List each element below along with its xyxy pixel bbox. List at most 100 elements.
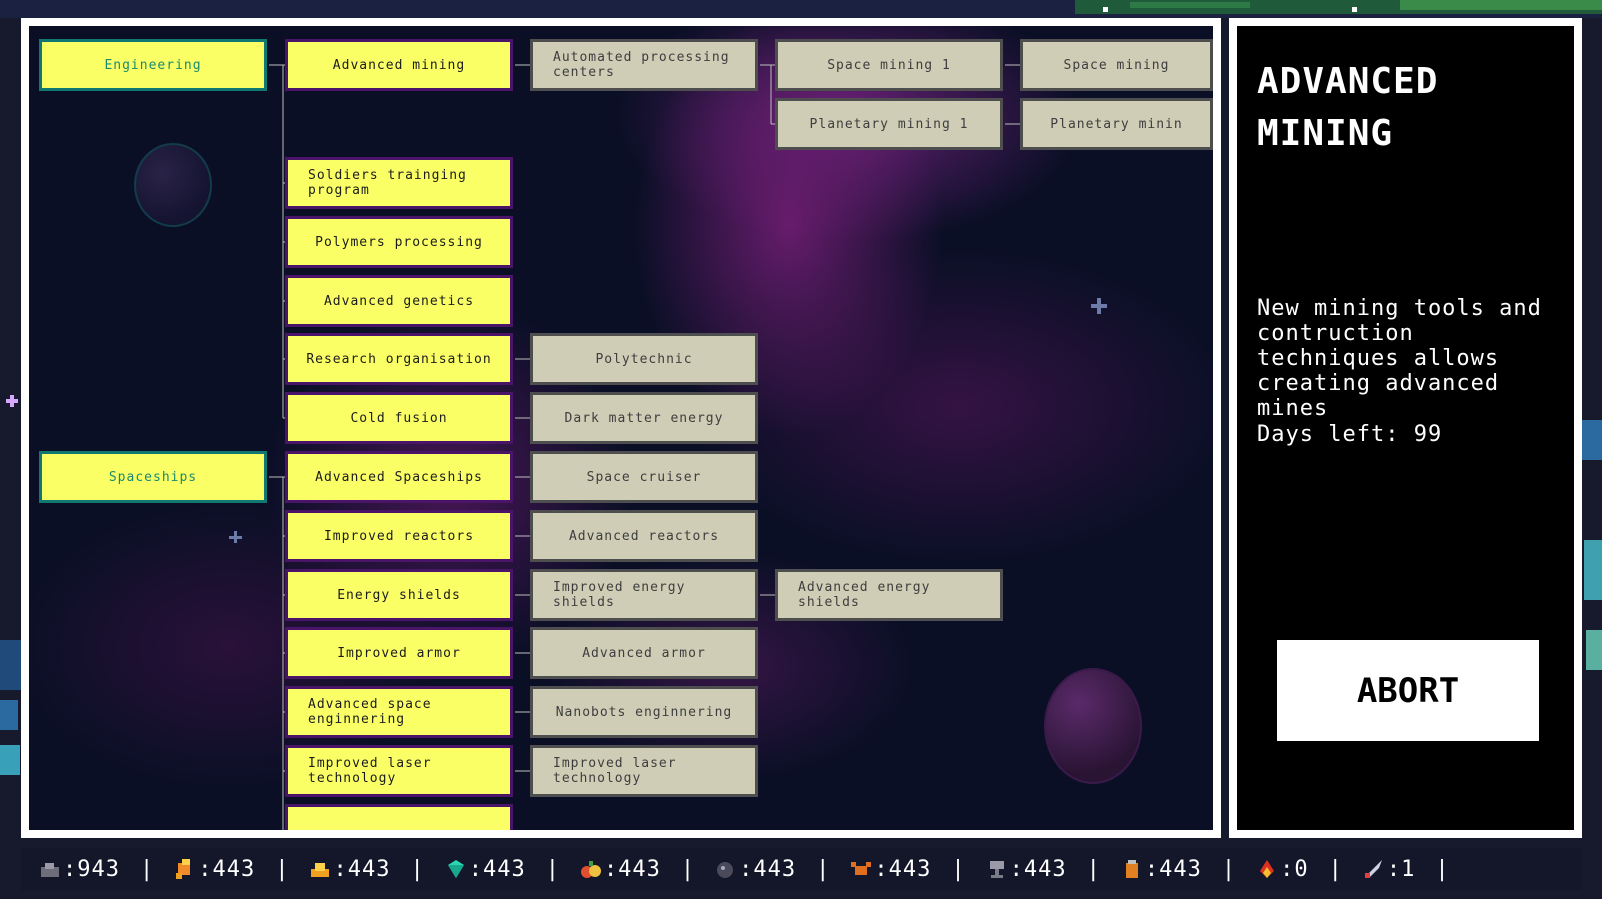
node-label: Improved laser technology (308, 756, 432, 786)
node-label: Cold fusion (350, 410, 448, 426)
resource-rocket: :1 (1363, 848, 1416, 890)
energy-icon (174, 859, 196, 879)
node-label: Improved laser technology (553, 756, 677, 786)
resource-value: :443 (603, 856, 661, 882)
ore-icon (39, 859, 61, 879)
tech-node-soldiers-training-program[interactable]: Soldiers trainging program (285, 157, 513, 209)
resource-value: :443 (468, 856, 526, 882)
tech-node-advanced-space-enginnering[interactable]: Advanced space enginnering (285, 686, 513, 738)
tech-node-improved-armor[interactable]: Improved armor (285, 627, 513, 679)
resource-value: :1 (1386, 856, 1416, 882)
tech-node-advanced-armor[interactable]: Advanced armor (530, 627, 758, 679)
node-label: Dark matter energy (564, 410, 724, 426)
node-label: Space mining 1 (827, 57, 951, 73)
node-label: Advanced Spaceships (315, 469, 483, 485)
info-panel-frame: ADVANCED MINING New mining tools and con… (1229, 18, 1582, 838)
tech-node-planetary-mining-1[interactable]: Planetary mining 1 (775, 98, 1003, 150)
tech-node-improved-reactors[interactable]: Improved reactors (285, 510, 513, 562)
node-label: Improved reactors (323, 528, 475, 544)
abort-button[interactable]: ABORT (1277, 640, 1539, 741)
tech-node-advanced-reactors[interactable]: Advanced reactors (530, 510, 758, 562)
node-label: Space cruiser (586, 469, 702, 485)
node-label: Energy shields (337, 587, 461, 603)
node-label: Research organisation (306, 351, 492, 367)
research-description: New mining tools and contruction techniq… (1257, 296, 1542, 421)
node-label: Advanced armor (582, 645, 706, 661)
tech-node-advanced-spaceships[interactable]: Advanced Spaceships (285, 451, 513, 503)
node-label: Spaceships (108, 469, 198, 485)
days-left-label: Days left: (1257, 422, 1400, 447)
food-icon (580, 859, 602, 879)
resource-gold: :443 (309, 848, 390, 890)
resource-bomb: :443 (715, 848, 796, 890)
node-label: Polymers processing (315, 234, 483, 250)
resource-separator: | (1086, 856, 1101, 882)
resource-separator: | (680, 856, 696, 882)
resource-value: :443 (1009, 856, 1067, 882)
tech-tree-view[interactable]: Engineering Advanced mining Automated pr… (29, 26, 1213, 830)
tech-node-space-cruiser[interactable]: Space cruiser (530, 451, 758, 503)
research-title: ADVANCED MINING (1257, 61, 1439, 154)
days-left-value: 99 (1413, 422, 1443, 447)
tech-node-energy-shields[interactable]: Energy shields (285, 569, 513, 621)
resource-value: :0 (1280, 856, 1309, 882)
tech-node-improved-laser-technology[interactable]: Improved laser technology (285, 745, 513, 797)
resource-food: :443 (580, 848, 661, 890)
jar-icon (1121, 859, 1143, 879)
days-left-row: Days left: 99 (1257, 422, 1442, 447)
fire-icon (1256, 859, 1278, 879)
info-panel: ADVANCED MINING New mining tools and con… (1237, 26, 1574, 830)
resource-jar: :443 (1121, 848, 1202, 890)
category-spaceships[interactable]: Spaceships (39, 451, 267, 503)
tech-node-improved-laser-technology-2[interactable]: Improved laser technology (530, 745, 758, 797)
gem-icon (445, 859, 467, 879)
resource-value: :443 (739, 856, 797, 882)
node-label: Advanced energy shields (798, 580, 931, 610)
resource-chalice: :443 (986, 848, 1067, 890)
node-label: Planetary minin (1050, 116, 1183, 132)
resource-gem: :443 (445, 848, 526, 890)
tech-node-polymers-processing[interactable]: Polymers processing (285, 216, 513, 268)
resource-separator: | (410, 856, 425, 882)
crab-icon (850, 859, 872, 879)
tech-node-improved-energy-shields[interactable]: Improved energy shields (530, 569, 758, 621)
node-label: Engineering (104, 57, 202, 73)
resource-separator: | (816, 856, 831, 882)
tech-node-advanced-energy-shields[interactable]: Advanced energy shields (775, 569, 1003, 621)
resource-value: :443 (333, 856, 391, 882)
node-label: Improved energy shields (553, 580, 686, 610)
tech-node-nanobots-enginnering[interactable]: Nanobots enginnering (530, 686, 758, 738)
tech-node-space-mining-2[interactable]: Space mining (1020, 39, 1213, 91)
node-label: Advanced genetics (323, 293, 475, 309)
tech-node-partial[interactable] (285, 804, 513, 830)
resource-crab: :443 (850, 848, 931, 890)
rocket-icon (1363, 859, 1385, 879)
resource-value: :943 (63, 856, 120, 882)
resource-separator: | (275, 856, 290, 882)
tech-node-dark-matter-energy[interactable]: Dark matter energy (530, 392, 758, 444)
resource-separator: | (1328, 856, 1343, 882)
tech-node-planetary-mining-2[interactable]: Planetary minin (1020, 98, 1213, 150)
tech-node-cold-fusion[interactable]: Cold fusion (285, 392, 513, 444)
node-label: Improved armor (337, 645, 461, 661)
node-label: Automated processing centers (553, 50, 730, 80)
tech-node-automated-processing-centers[interactable]: Automated processing centers (530, 39, 758, 91)
resource-ore: :943 (39, 848, 120, 890)
node-label: Soldiers trainging program (308, 168, 467, 198)
tech-node-polytechnic[interactable]: Polytechnic (530, 333, 758, 385)
node-label: Advanced mining (332, 57, 466, 73)
resource-separator: | (951, 856, 966, 882)
node-label: Polytechnic (595, 351, 693, 367)
resource-fire: :0 (1256, 848, 1309, 890)
node-label: Advanced reactors (568, 528, 720, 544)
tech-node-research-organisation[interactable]: Research organisation (285, 333, 513, 385)
resource-separator: | (545, 856, 560, 882)
tech-node-space-mining-1[interactable]: Space mining 1 (775, 39, 1003, 91)
category-engineering[interactable]: Engineering (39, 39, 267, 91)
tech-node-advanced-genetics[interactable]: Advanced genetics (285, 275, 513, 327)
resource-separator: | (139, 856, 155, 882)
tech-node-advanced-mining[interactable]: Advanced mining (285, 39, 513, 91)
tech-tree-frame: Engineering Advanced mining Automated pr… (21, 18, 1221, 838)
node-label: Nanobots enginnering (555, 704, 733, 720)
resource-value: :443 (1144, 856, 1202, 882)
